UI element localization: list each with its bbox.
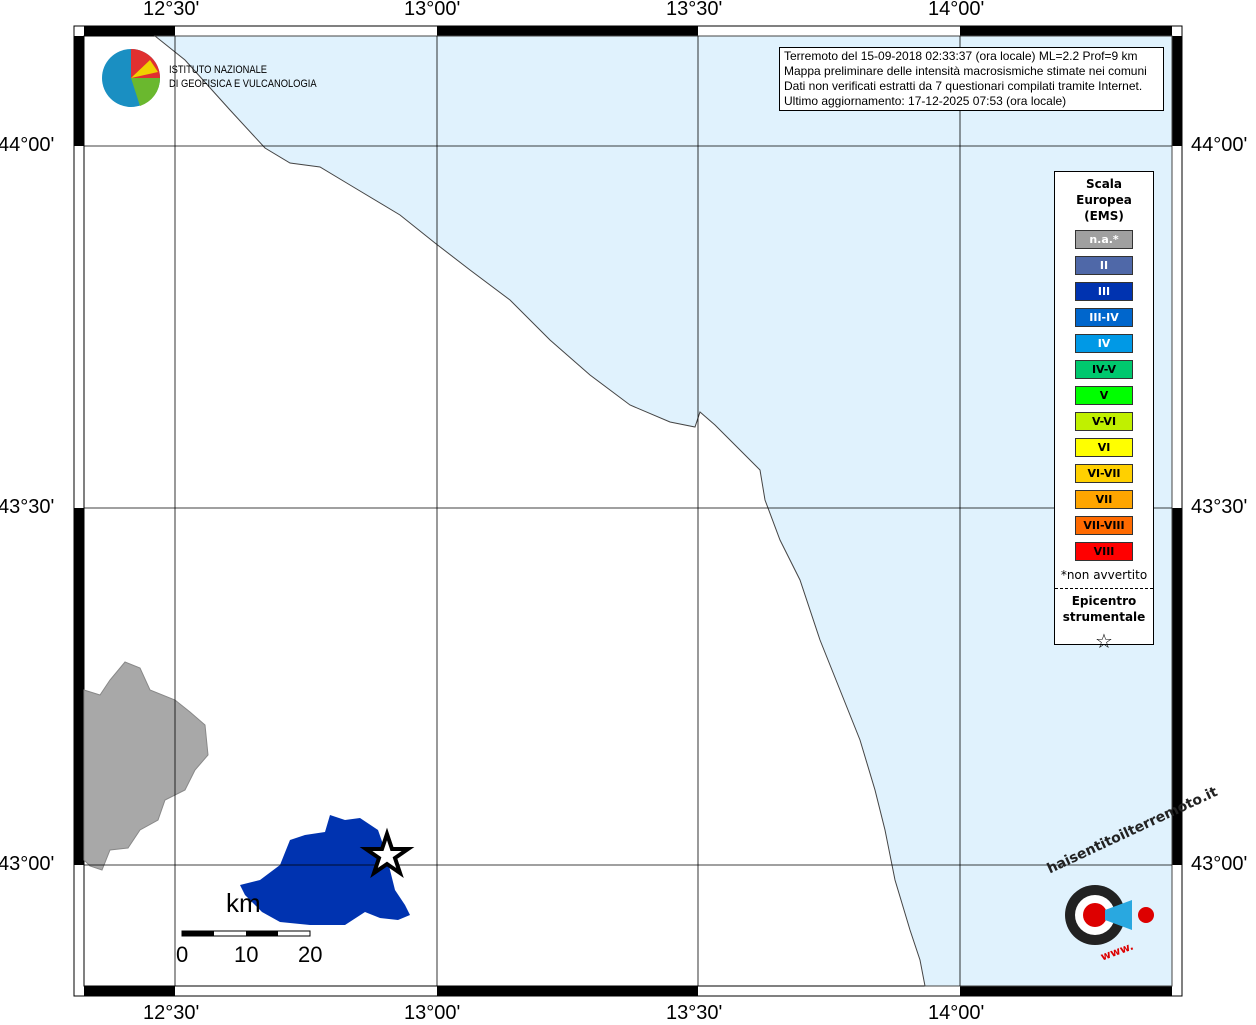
lon-tick-top: 12°30': [143, 0, 200, 20]
legend-swatch: III: [1075, 282, 1133, 301]
legend-title-line: (EMS): [1084, 209, 1124, 223]
lon-tick-top: 13°00': [404, 0, 461, 20]
legend-swatch: II: [1075, 256, 1133, 275]
legend-swatch: n.a.*: [1075, 230, 1133, 249]
scale-unit: km: [226, 888, 261, 918]
legend-swatch: V-VI: [1075, 412, 1133, 431]
legend-swatch: III-IV: [1075, 308, 1133, 327]
lon-tick-bottom: 13°00': [404, 1002, 461, 1024]
legend-swatch: V: [1075, 386, 1133, 405]
legend-swatch: IV-V: [1075, 360, 1133, 379]
lon-tick-bottom: 12°30': [143, 1002, 200, 1024]
intensity-legend: Scala Europea (EMS) n.a.* II III III-IV IV IV…: [1054, 171, 1154, 653]
lon-tick-bottom: 13°30': [666, 1002, 723, 1024]
lat-tick-right: 43°00': [1191, 853, 1248, 875]
lon-tick-bottom: 14°00': [928, 1002, 985, 1024]
event-info-box: Terremoto del 15-09-2018 02:33:37 (ora l…: [779, 47, 1164, 111]
legend-note: *non avvertito: [1060, 568, 1148, 582]
info-line: Mappa preliminare delle intensità macros…: [784, 64, 1147, 78]
logo-line2: DI GEOFISICA E VULCANOLOGIA: [169, 78, 317, 90]
scale-label: 0: [176, 942, 189, 967]
info-line: Ultimo aggiornamento: 17-12-2025 07:53 (…: [784, 94, 1067, 108]
info-line: Terremoto del 15-09-2018 02:33:37 (ora l…: [784, 49, 1138, 63]
lon-tick-top: 14°00': [928, 0, 985, 20]
legend-swatch: VI-VII: [1075, 464, 1133, 483]
ingv-logo-text: ISTITUTO NAZIONALE DI GEOFISICA E VULCAN…: [169, 63, 317, 91]
legend-swatch: VIII: [1075, 542, 1133, 561]
legend-swatch: IV: [1075, 334, 1133, 353]
logo-line1: ISTITUTO NAZIONALE: [169, 64, 268, 76]
star-icon: ☆: [1095, 629, 1113, 653]
lon-tick-top: 13°30': [666, 0, 723, 20]
scale-label: 10: [234, 942, 259, 967]
scale-label: 20: [298, 942, 323, 967]
legend-title: Scala Europea (EMS): [1055, 176, 1153, 224]
legend-swatch: VI: [1075, 438, 1133, 457]
lat-tick-right: 43°30': [1191, 496, 1248, 518]
lat-tick-left: 44°00': [0, 134, 55, 156]
legend-divider: [1055, 588, 1153, 589]
ingv-logo-icon: [102, 49, 161, 107]
legend-swatch: VII-VIII: [1075, 516, 1133, 535]
legend-swatch: VII: [1075, 490, 1133, 509]
scale-bar: [181, 930, 311, 937]
legend-title-line: Europea: [1076, 193, 1132, 207]
lat-tick-right: 44°00': [1191, 134, 1248, 156]
epicenter-label: strumentale: [1062, 610, 1146, 624]
info-line: Dati non verificati estratti da 7 questi…: [784, 79, 1143, 93]
lat-tick-left: 43°30': [0, 496, 55, 518]
epicenter-label: Epicentro: [1071, 594, 1137, 608]
lat-tick-left: 43°00': [0, 853, 55, 875]
legend-title-line: Scala: [1085, 177, 1123, 191]
